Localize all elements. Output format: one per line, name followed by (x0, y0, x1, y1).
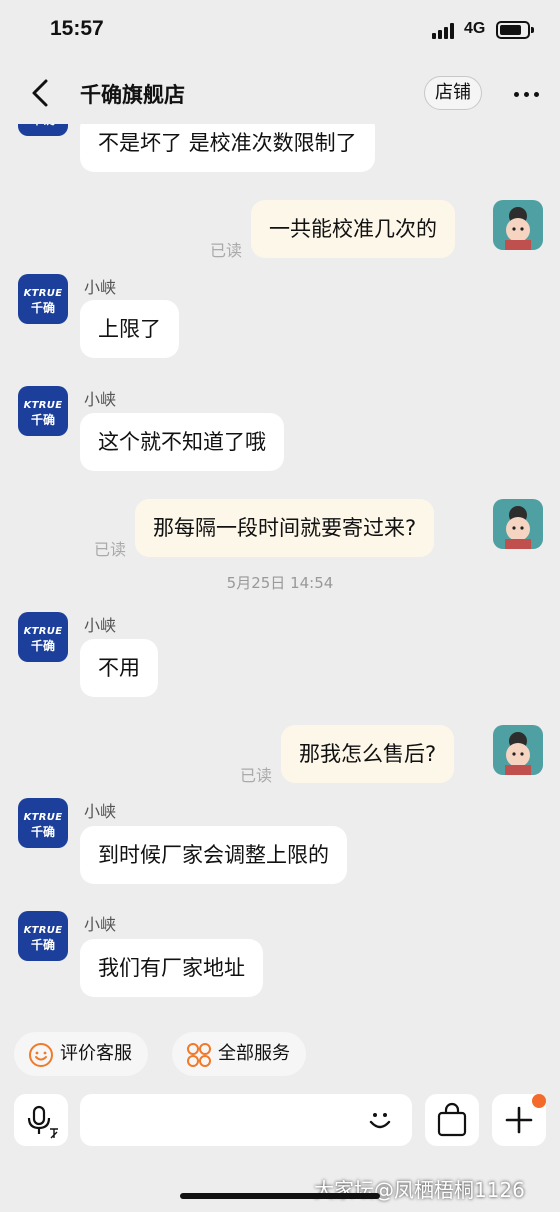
user-avatar[interactable] (493, 725, 543, 775)
sender-name: 小峡 (84, 802, 117, 821)
status-time: 15:57 (50, 17, 104, 40)
incoming-message[interactable]: 不用 (80, 639, 158, 697)
quick-actions: 评价客服 全部服务 (0, 1028, 560, 1080)
sender-name: 小峡 (84, 390, 117, 409)
services-grid-icon (186, 1041, 212, 1067)
message-input[interactable] (80, 1094, 412, 1146)
shop-avatar[interactable]: KTRUE千确 (18, 386, 68, 436)
message-list[interactable]: KTRUE千确 不是坏了 是校准次数限制了 已读 一共能校准几次的 KTRUE千… (0, 124, 560, 1024)
status-bar: 15:57 4G (0, 0, 560, 62)
incoming-message[interactable]: 这个就不知道了哦 (80, 413, 284, 471)
shop-avatar[interactable]: KTRUE千确 (18, 124, 68, 136)
network-type: 4G (464, 20, 486, 37)
incoming-message[interactable]: 不是坏了 是校准次数限制了 (80, 124, 375, 172)
home-indicator[interactable] (180, 1193, 380, 1199)
all-services-button[interactable]: 全部服务 (172, 1032, 306, 1076)
shopping-bag-icon (437, 1102, 467, 1137)
shop-avatar[interactable]: KTRUE千确 (18, 911, 68, 961)
incoming-message[interactable]: 上限了 (80, 300, 179, 358)
back-arrow-icon[interactable] (24, 76, 58, 110)
emoji-icon[interactable] (364, 1104, 396, 1136)
incoming-message[interactable]: 到时候厂家会调整上限的 (80, 826, 347, 884)
user-avatar[interactable] (493, 200, 543, 250)
incoming-message[interactable]: 我们有厂家地址 (80, 939, 263, 997)
cellular-signal-icon (432, 23, 456, 39)
outgoing-message[interactable]: 那我怎么售后? (281, 725, 455, 783)
notification-dot (532, 1094, 546, 1108)
page-title: 千确旗舰店 (80, 83, 185, 107)
user-avatar[interactable] (493, 499, 543, 549)
smile-icon (28, 1041, 54, 1067)
rate-service-label: 评价客服 (60, 1043, 132, 1064)
shop-button[interactable]: 店铺 (424, 76, 482, 110)
shop-avatar[interactable]: KTRUE千确 (18, 274, 68, 324)
outgoing-message[interactable]: 那每隔一段时间就要寄过来? (135, 499, 435, 557)
battery-icon (496, 21, 534, 39)
more-options-icon[interactable] (510, 80, 544, 108)
voice-input-button[interactable] (14, 1094, 68, 1146)
nav-bar: 千确旗舰店 店铺 (0, 62, 560, 124)
input-bar (0, 1088, 560, 1152)
all-services-label: 全部服务 (218, 1043, 290, 1064)
message-timestamp: 5月25日 14:54 (226, 574, 334, 592)
sender-name: 小峡 (84, 278, 117, 297)
sender-name: 小峡 (84, 915, 117, 934)
sender-name: 小峡 (84, 616, 117, 635)
shop-avatar[interactable]: KTRUE千确 (18, 798, 68, 848)
read-status: 已读 (94, 540, 127, 559)
shop-avatar[interactable]: KTRUE千确 (18, 612, 68, 662)
rate-service-button[interactable]: 评价客服 (14, 1032, 148, 1076)
read-status: 已读 (240, 766, 273, 785)
microphone-icon (27, 1105, 58, 1139)
read-status: 已读 (210, 241, 243, 260)
outgoing-message[interactable]: 一共能校准几次的 (251, 200, 455, 258)
product-bag-button[interactable] (425, 1094, 479, 1146)
